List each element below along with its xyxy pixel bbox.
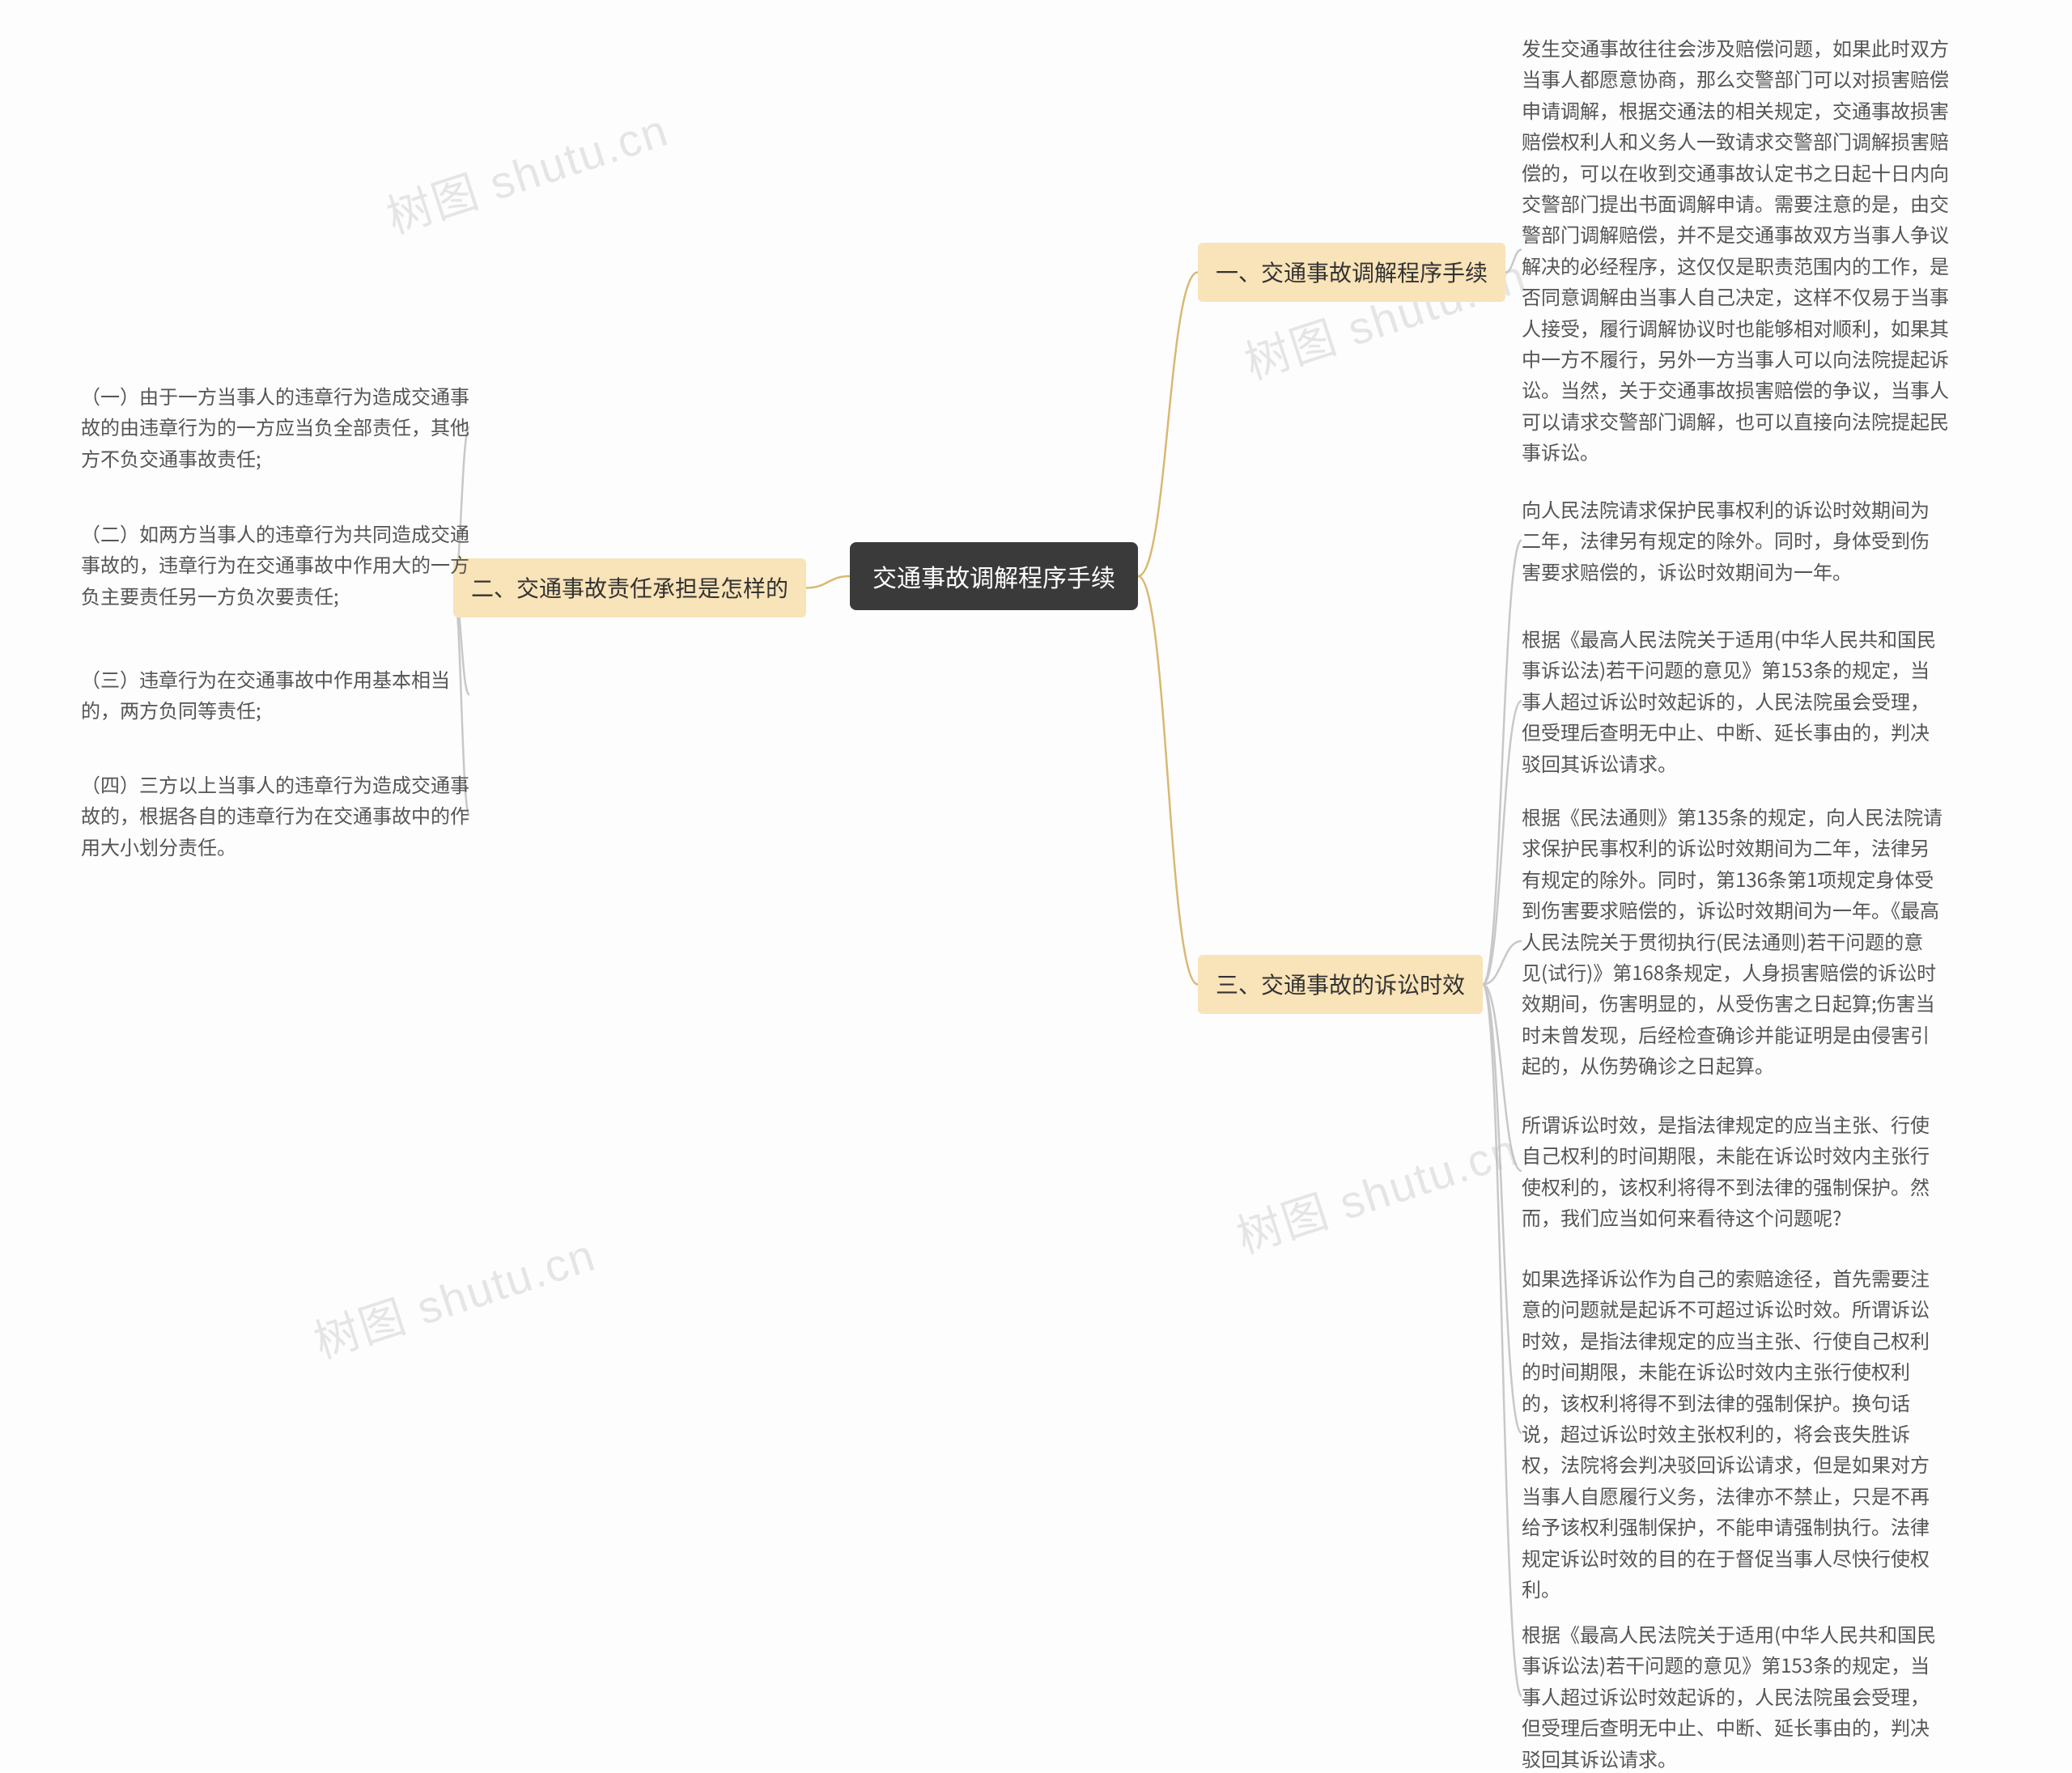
- leaf-limitations-3: 根据《民法通则》第135条的规定，向人民法院请求保护民事权利的诉讼时效期间为二年…: [1522, 801, 1942, 1081]
- leaf-limitations-4: 所谓诉讼时效，是指法律规定的应当主张、行使自己权利的时间期限，未能在诉讼时效内主…: [1522, 1109, 1942, 1233]
- branch-mediation-procedure: 一、交通事故调解程序手续: [1198, 243, 1505, 302]
- leaf-limitations-6: 根据《最高人民法院关于适用(中华人民共和国民事诉讼法)若干问题的意见》第153条…: [1522, 1618, 1942, 1773]
- leaf-limitations-2: 根据《最高人民法院关于适用(中华人民共和国民事诉讼法)若干问题的意见》第153条…: [1522, 623, 1942, 778]
- leaf-liability-3: （三）违章行为在交通事故中作用基本相当的，两方负同等责任;: [81, 664, 469, 726]
- watermark: 树图 shutu.cn: [304, 1219, 603, 1372]
- watermark: 树图 shutu.cn: [1227, 1113, 1526, 1266]
- leaf-limitations-1: 向人民法院请求保护民事权利的诉讼时效期间为二年，法律另有规定的除外。同时，身体受…: [1522, 494, 1942, 587]
- leaf-limitations-5: 如果选择诉讼作为自己的索赔途径，首先需要注意的问题就是起诉不可超过诉讼时效。所谓…: [1522, 1262, 1942, 1604]
- branch-liability: 二、交通事故责任承担是怎样的: [453, 558, 806, 617]
- branch-statute-of-limitations: 三、交通事故的诉讼时效: [1198, 955, 1483, 1014]
- mindmap-root: 交通事故调解程序手续: [850, 542, 1138, 610]
- watermark: 树图 shutu.cn: [377, 94, 676, 247]
- leaf-liability-4: （四）三方以上当事人的违章行为造成交通事故的，根据各自的违章行为在交通事故中的作…: [81, 769, 469, 862]
- leaf-liability-1: （一）由于一方当事人的违章行为造成交通事故的由违章行为的一方应当负全部责任，其他…: [81, 380, 469, 473]
- leaf-mediation-description: 发生交通事故往往会涉及赔偿问题，如果此时双方当事人都愿意协商，那么交警部门可以对…: [1522, 32, 1959, 467]
- leaf-liability-2: （二）如两方当事人的违章行为共同造成交通事故的，违章行为在交通事故中作用大的一方…: [81, 518, 469, 611]
